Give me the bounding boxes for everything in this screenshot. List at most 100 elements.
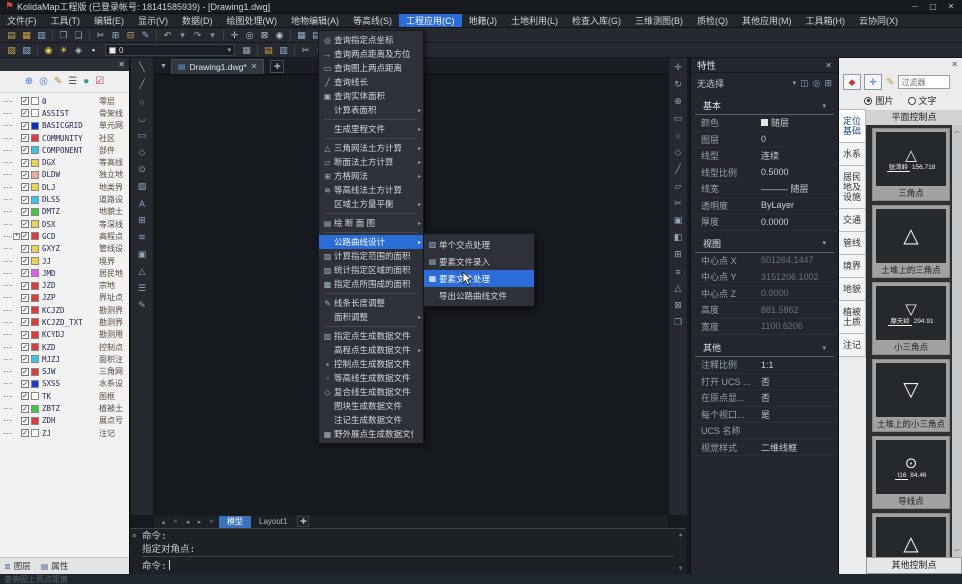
- image-mode-radio[interactable]: 图片: [864, 94, 893, 107]
- layer-row[interactable]: + ✓ JZD 宗地: [4, 279, 129, 291]
- layer-visibility-checkbox[interactable]: ✓: [21, 306, 29, 314]
- modify-copy-icon[interactable]: ⊕: [670, 95, 686, 108]
- layer-visibility-checkbox[interactable]: ✓: [21, 109, 29, 117]
- layout-nav-button[interactable]: «: [170, 518, 181, 526]
- redo-dropdown-icon[interactable]: ▾: [205, 29, 220, 42]
- layer-thaw-icon[interactable]: ☀: [56, 44, 71, 57]
- property-value[interactable]: 881.5862: [761, 305, 828, 315]
- select-objects-icon[interactable]: ◎: [813, 78, 821, 89]
- menu-item[interactable]: ▧ 计算指定范围的面积: [319, 249, 423, 263]
- symbol-category-tab[interactable]: 定位基础: [839, 109, 866, 143]
- layout-tab[interactable]: Layout1: [251, 516, 295, 528]
- layer-color-swatch[interactable]: [31, 208, 39, 216]
- layer-row[interactable]: + ✓ ASSIST 骨架线: [4, 107, 129, 119]
- property-value[interactable]: ——— 随层: [761, 182, 828, 195]
- property-value[interactable]: 否: [761, 375, 828, 388]
- draw-edit-icon[interactable]: ✎: [134, 299, 150, 312]
- menubar-item[interactable]: 土地利用(L): [504, 14, 565, 27]
- scroll-down-icon[interactable]: ﹀: [954, 547, 960, 556]
- property-value[interactable]: 连续: [761, 149, 828, 162]
- layer-visibility-checkbox[interactable]: ✓: [21, 417, 29, 425]
- draw-measure-icon[interactable]: ☰: [134, 282, 150, 295]
- draw-spline-icon[interactable]: ≋: [134, 231, 150, 244]
- menu-item[interactable]: ▦ 野外展点生成数据文件: [319, 427, 423, 441]
- property-value[interactable]: 1:1: [761, 360, 828, 370]
- layer-color-swatch[interactable]: [31, 355, 39, 363]
- layer-visibility-checkbox[interactable]: ✓: [21, 405, 29, 413]
- add-layout-button[interactable]: ✚: [297, 516, 309, 527]
- layer-color-swatch[interactable]: [31, 159, 39, 167]
- layer-color-swatch[interactable]: [31, 97, 39, 105]
- menu-item[interactable]: ▨ 统计指定区域的面积: [319, 263, 423, 277]
- layer-globe-icon[interactable]: ●: [83, 76, 89, 87]
- layer-row[interactable]: + ✓ DLDW 独立地: [4, 169, 129, 181]
- divider[interactable]: [86, 29, 93, 42]
- layer-row[interactable]: + ✓ ZBTZ 植被土: [4, 402, 129, 414]
- layer-visibility-checkbox[interactable]: ✓: [21, 97, 29, 105]
- display-icon[interactable]: ▥: [276, 44, 291, 57]
- property-value[interactable]: 0: [761, 134, 828, 144]
- layer-visibility-checkbox[interactable]: ✓: [21, 183, 29, 191]
- layer-visibility-checkbox[interactable]: ✓: [21, 294, 29, 302]
- layer-visibility-checkbox[interactable]: ✓: [21, 380, 29, 388]
- grid-icon[interactable]: ▦: [239, 44, 254, 57]
- property-value[interactable]: 随层: [761, 116, 828, 129]
- draw-triangle-icon[interactable]: △: [134, 265, 150, 278]
- locate-symbol-button[interactable]: ◆: [843, 74, 861, 90]
- layer-color-swatch[interactable]: [31, 183, 39, 191]
- symbol-category-tab[interactable]: 交通: [839, 208, 866, 232]
- layer-visibility-checkbox[interactable]: ✓: [21, 343, 29, 351]
- new-document-tab-button[interactable]: ✚: [270, 60, 284, 73]
- symbol-cell[interactable]: 摩天岭 294.91 小三角点: [872, 282, 950, 355]
- layer-color-swatch[interactable]: [31, 134, 39, 142]
- menu-item[interactable]: 区域土方量平衡 ▸: [319, 197, 423, 211]
- menu-item[interactable]: ▭ 查询图上两点距离: [319, 61, 423, 75]
- symbol-category-tab[interactable]: 地貌: [839, 277, 866, 301]
- layout-nav-button[interactable]: ▴: [158, 518, 169, 526]
- layer-visibility-checkbox[interactable]: ✓: [21, 122, 29, 130]
- menu-item[interactable]: ⊞ 方格网法 ▸: [319, 169, 423, 183]
- menubar-item[interactable]: 质检(Q): [690, 14, 735, 27]
- menubar-item[interactable]: 地物编辑(A): [284, 14, 346, 27]
- layer-color-swatch[interactable]: [31, 306, 39, 314]
- layer-row[interactable]: + ✓ DMTZ 地貌土: [4, 206, 129, 218]
- submenu-item[interactable]: 导出公路曲线文件: [424, 287, 534, 304]
- menu-item[interactable]: 高程点生成数据文件 ▸: [319, 343, 423, 357]
- menubar-item[interactable]: 地籍(J): [462, 14, 505, 27]
- section-collapse-icon[interactable]: ▾: [822, 102, 826, 110]
- property-value[interactable]: 1100.6206: [761, 321, 828, 331]
- layer-visibility-checkbox[interactable]: ✓: [21, 196, 29, 204]
- layer-visibility-checkbox[interactable]: ✓: [21, 368, 29, 376]
- layout-nav-button[interactable]: ▸: [194, 518, 205, 526]
- draw-block-icon[interactable]: ▣: [134, 248, 150, 261]
- document-tab-close-icon[interactable]: ✕: [251, 62, 258, 71]
- property-value[interactable]: 3151206.1002: [761, 272, 828, 282]
- plot-icon[interactable]: ❒: [56, 29, 71, 42]
- layer-panel-close-icon[interactable]: ✕: [118, 60, 125, 69]
- quick-select-icon[interactable]: ⊞: [824, 78, 832, 89]
- layer-row[interactable]: + ✓ KCJZD_TXT 勘测界: [4, 316, 129, 328]
- layer-color-swatch[interactable]: [31, 405, 39, 413]
- layer-color-swatch[interactable]: [31, 171, 39, 179]
- menu-item[interactable]: ≋ 等高线法土方计算: [319, 183, 423, 197]
- layer-on-icon[interactable]: ◉: [41, 44, 56, 57]
- layer-check-icon[interactable]: ☑: [95, 76, 104, 87]
- layout-nav-button[interactable]: »: [206, 518, 217, 526]
- symbol-filter-input[interactable]: [898, 75, 950, 89]
- layer-visibility-checkbox[interactable]: ✓: [21, 146, 29, 154]
- layer-list-icon[interactable]: ☰: [68, 76, 77, 87]
- layer-visibility-checkbox[interactable]: ✓: [21, 429, 29, 437]
- layer-save-icon[interactable]: ▨: [19, 44, 34, 57]
- layer-row[interactable]: + ✓ COMPONENT 部件: [4, 144, 129, 156]
- section-collapse-icon[interactable]: ▾: [822, 344, 826, 352]
- property-value[interactable]: 0.5000: [761, 167, 828, 177]
- layer-lock-icon[interactable]: ◈: [71, 44, 86, 57]
- text-mode-radio[interactable]: 文字: [908, 94, 937, 107]
- layer-color-swatch[interactable]: [31, 220, 39, 228]
- symbol-cell[interactable]: 土堆上的小三角点: [872, 359, 950, 432]
- layer-row[interactable]: + ✓ JZP 界址点: [4, 292, 129, 304]
- menubar-item[interactable]: 等高线(S): [346, 14, 399, 27]
- layer-visibility-checkbox[interactable]: ✓: [21, 355, 29, 363]
- layer-color-swatch[interactable]: [31, 392, 39, 400]
- modify-stretch-icon[interactable]: ▭: [670, 112, 686, 125]
